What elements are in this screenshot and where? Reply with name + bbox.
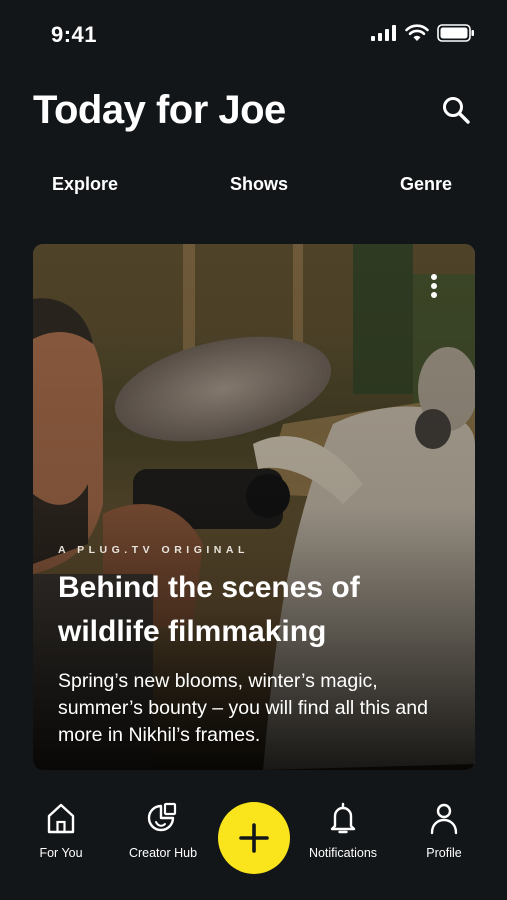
- battery-icon: [437, 24, 474, 42]
- status-bar: 9:41: [0, 0, 507, 70]
- status-icons: [371, 24, 475, 42]
- cellular-signal-icon: [371, 25, 396, 41]
- home-icon: [47, 803, 75, 834]
- nav-label-profile: Profile: [426, 846, 462, 860]
- profile-icon: [430, 803, 458, 835]
- tab-genre[interactable]: Genre: [400, 174, 452, 195]
- featured-card[interactable]: A PLUG.TV ORIGINAL Behind the scenes of …: [33, 244, 475, 770]
- more-options-button[interactable]: [427, 274, 441, 304]
- nav-label-for-you: For You: [39, 846, 83, 860]
- card-description: Spring’s new blooms, winter’s magic, sum…: [58, 670, 428, 746]
- tab-explore[interactable]: Explore: [52, 174, 118, 195]
- page-title: Today for Joe: [33, 88, 286, 132]
- card-headline: Behind the scenes of wildlife filmmaking: [58, 571, 360, 648]
- bell-icon: [330, 802, 356, 834]
- nav-item-creator-hub[interactable]: Creator Hub: [103, 800, 223, 860]
- card-eyebrow: A PLUG.TV ORIGINAL: [58, 544, 249, 556]
- create-button[interactable]: [218, 802, 290, 874]
- search-button[interactable]: [440, 94, 472, 126]
- wifi-icon: [405, 24, 429, 41]
- plus-icon: [239, 823, 269, 853]
- search-icon: [443, 97, 470, 124]
- nav-label-notifications: Notifications: [308, 846, 378, 860]
- nav-item-profile[interactable]: Profile: [384, 800, 504, 860]
- tab-shows[interactable]: Shows: [230, 174, 288, 195]
- featured-card-text: A PLUG.TV ORIGINAL Behind the scenes of …: [58, 544, 455, 749]
- creator-hub-icon: [147, 802, 177, 832]
- nav-label-creator-hub: Creator Hub: [128, 846, 198, 860]
- more-vertical-icon: [427, 274, 441, 298]
- category-tabs: Explore Shows Genre: [0, 174, 507, 198]
- status-time: 9:41: [51, 22, 98, 47]
